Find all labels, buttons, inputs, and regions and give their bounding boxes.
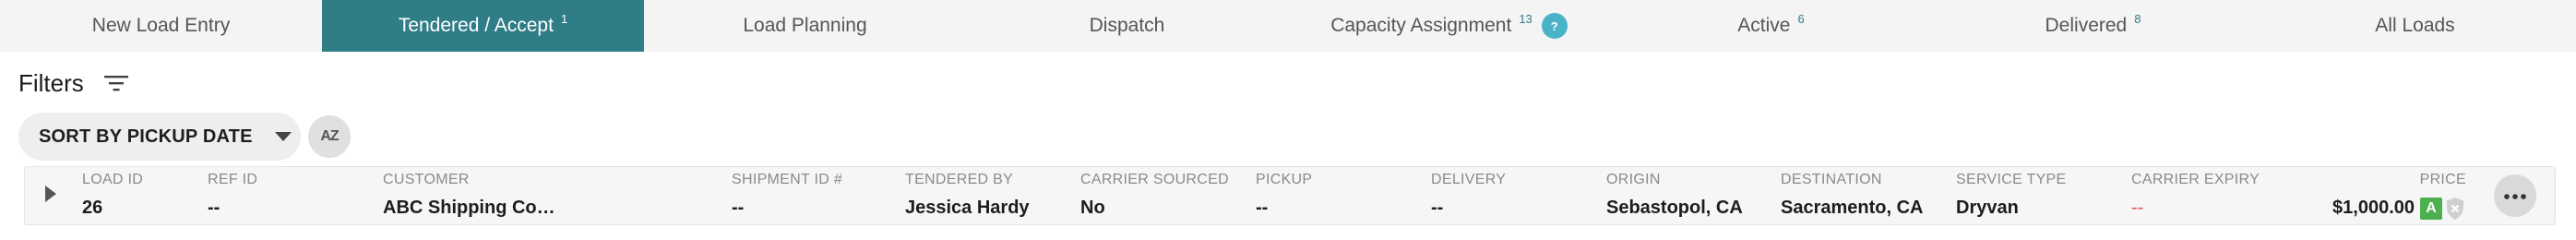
column-header: LOAD ID bbox=[82, 172, 144, 187]
destination-value: Sacramento, CA bbox=[1781, 198, 1924, 218]
column-header: CUSTOMER bbox=[383, 172, 470, 187]
column-header: PRICE bbox=[2419, 172, 2466, 187]
tab-label: Load Planning bbox=[743, 15, 867, 36]
customer-value: ABC Shipping Co… bbox=[383, 198, 555, 218]
tab-load-planning[interactable]: Load Planning bbox=[644, 0, 966, 52]
tab-label: Active bbox=[1737, 15, 1791, 36]
service-type-value: Dryvan bbox=[1956, 198, 2019, 218]
column-header: DESTINATION bbox=[1781, 172, 1882, 187]
column-header: CARRIER EXPIRY bbox=[2131, 172, 2260, 187]
tab-count: 13 bbox=[1519, 11, 1532, 26]
tab-label: Delivered bbox=[2045, 15, 2128, 36]
more-icon bbox=[2504, 187, 2526, 204]
column-header: SHIPMENT ID # bbox=[732, 172, 843, 187]
tab-delivered[interactable]: Delivered 8 bbox=[1932, 0, 2254, 52]
filters-title: Filters bbox=[18, 68, 84, 97]
column-header: TENDERED BY bbox=[905, 172, 1014, 187]
filter-icon[interactable] bbox=[103, 74, 128, 92]
filters-header: Filters bbox=[18, 66, 128, 100]
rating-badge: A bbox=[2420, 198, 2442, 220]
shipment-id-value: -- bbox=[732, 198, 745, 218]
tab-active[interactable]: Active 6 bbox=[1610, 0, 1932, 52]
price-cell: PRICE $1,000.00 A bbox=[2315, 167, 2555, 226]
tab-count: 6 bbox=[1797, 11, 1805, 26]
shield-icon bbox=[2446, 197, 2464, 221]
status-tabs: New Load Entry Tendered / Accept 1 Load … bbox=[0, 0, 2576, 52]
delivery-value: -- bbox=[1431, 198, 1444, 218]
sort-direction-button[interactable]: AZ bbox=[308, 115, 351, 158]
column-header: DELIVERY bbox=[1431, 172, 1507, 187]
carrier-sourced-value: No bbox=[1080, 198, 1105, 218]
tab-label: All Loads bbox=[2375, 15, 2455, 36]
load-id-value: 26 bbox=[82, 198, 103, 218]
pickup-value: -- bbox=[1256, 198, 1269, 218]
price-value: $1,000.00 bbox=[2332, 198, 2415, 218]
tab-label: Capacity Assignment bbox=[1330, 15, 1512, 36]
tab-count: 1 bbox=[560, 11, 568, 26]
tab-capacity-assignment[interactable]: Capacity Assignment 13 ? bbox=[1288, 0, 1610, 52]
tab-tendered-accept[interactable]: Tendered / Accept 1 bbox=[322, 0, 644, 52]
caret-down-icon bbox=[274, 132, 292, 141]
column-header: PICKUP bbox=[1256, 172, 1313, 187]
tab-label: New Load Entry bbox=[91, 15, 231, 36]
more-options-button[interactable] bbox=[2494, 174, 2536, 217]
expand-caret-icon[interactable] bbox=[45, 186, 56, 202]
column-header: ORIGIN bbox=[1606, 172, 1661, 187]
help-icon[interactable]: ? bbox=[1541, 13, 1568, 39]
ref-id-value: -- bbox=[208, 198, 221, 218]
tab-label: Tendered / Accept bbox=[398, 15, 554, 36]
origin-value: Sebastopol, CA bbox=[1606, 198, 1743, 218]
tab-dispatch[interactable]: Dispatch bbox=[966, 0, 1288, 52]
column-header: SERVICE TYPE bbox=[1956, 172, 2067, 187]
sort-az-icon: AZ bbox=[320, 128, 339, 144]
sort-label: SORT BY PICKUP DATE bbox=[39, 126, 253, 147]
sort-dropdown[interactable]: SORT BY PICKUP DATE bbox=[18, 113, 301, 161]
load-row[interactable]: LOAD ID 26 REF ID -- CUSTOMER ABC Shippi… bbox=[24, 166, 2556, 225]
tendered-by-value: Jessica Hardy bbox=[905, 198, 1030, 218]
column-header: REF ID bbox=[208, 172, 258, 187]
tab-all-loads[interactable]: All Loads bbox=[2254, 0, 2576, 52]
tab-count: 8 bbox=[2134, 11, 2141, 26]
column-header: CARRIER SOURCED bbox=[1080, 172, 1229, 187]
carrier-expiry-value: -- bbox=[2131, 198, 2144, 218]
tab-label: Dispatch bbox=[1089, 15, 1165, 36]
tab-new-load-entry[interactable]: New Load Entry bbox=[0, 0, 322, 52]
